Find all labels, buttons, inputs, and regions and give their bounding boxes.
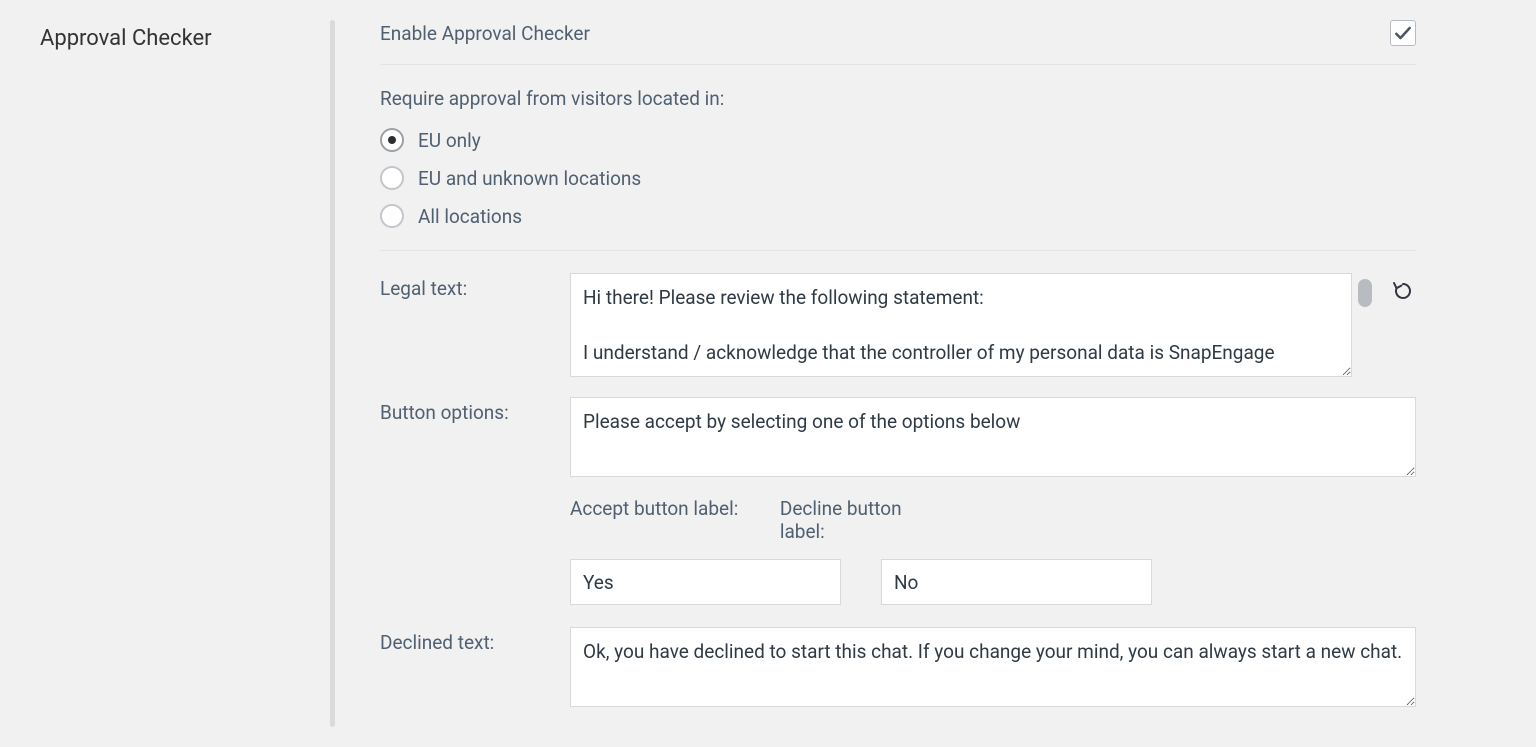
declined-text-row: Declined text: (380, 627, 1416, 707)
reset-legal-text-button[interactable] (1390, 277, 1416, 305)
section-left: Approval Checker (40, 20, 330, 727)
enable-row: Enable Approval Checker (380, 20, 1416, 65)
scrollbar-thumb[interactable] (1358, 279, 1372, 307)
button-labels-header-row: Accept button label: Decline button labe… (380, 497, 1416, 605)
radio-label: All locations (418, 205, 522, 228)
legal-text-label: Legal text: (380, 273, 540, 300)
radio-icon (380, 204, 404, 228)
radio-label: EU and unknown locations (418, 167, 641, 190)
radio-icon (380, 166, 404, 190)
section-divider (330, 20, 335, 727)
radio-label: EU only (418, 129, 481, 152)
legal-text-row: Legal text: (380, 273, 1416, 377)
button-options-label: Button options: (380, 397, 540, 424)
locations-hint: Require approval from visitors located i… (380, 87, 1416, 110)
accept-button-label-input[interactable] (570, 559, 841, 605)
section-title: Approval Checker (40, 26, 330, 51)
button-options-row: Button options: (380, 397, 1416, 477)
decline-button-label-input[interactable] (881, 559, 1152, 605)
radio-all-locations[interactable]: All locations (380, 204, 1416, 228)
separator (380, 250, 1416, 251)
locations-radio-group: EU only EU and unknown locations All loc… (380, 128, 1416, 228)
approval-checker-section: Approval Checker Enable Approval Checker… (0, 0, 1536, 747)
declined-text-label: Declined text: (380, 627, 540, 654)
button-options-input[interactable] (570, 397, 1416, 477)
radio-icon (380, 128, 404, 152)
radio-eu-and-unknown[interactable]: EU and unknown locations (380, 166, 1416, 190)
accept-button-label-text: Accept button label: (570, 497, 740, 543)
enable-label: Enable Approval Checker (380, 22, 590, 45)
radio-eu-only[interactable]: EU only (380, 128, 1416, 152)
section-body: Enable Approval Checker Require approval… (380, 20, 1496, 727)
declined-text-input[interactable] (570, 627, 1416, 707)
enable-approval-checkbox[interactable] (1390, 20, 1416, 46)
check-icon (1393, 23, 1413, 43)
legal-text-input[interactable] (570, 273, 1352, 377)
decline-button-label-text: Decline button label: (780, 497, 950, 543)
undo-icon (1391, 279, 1415, 303)
